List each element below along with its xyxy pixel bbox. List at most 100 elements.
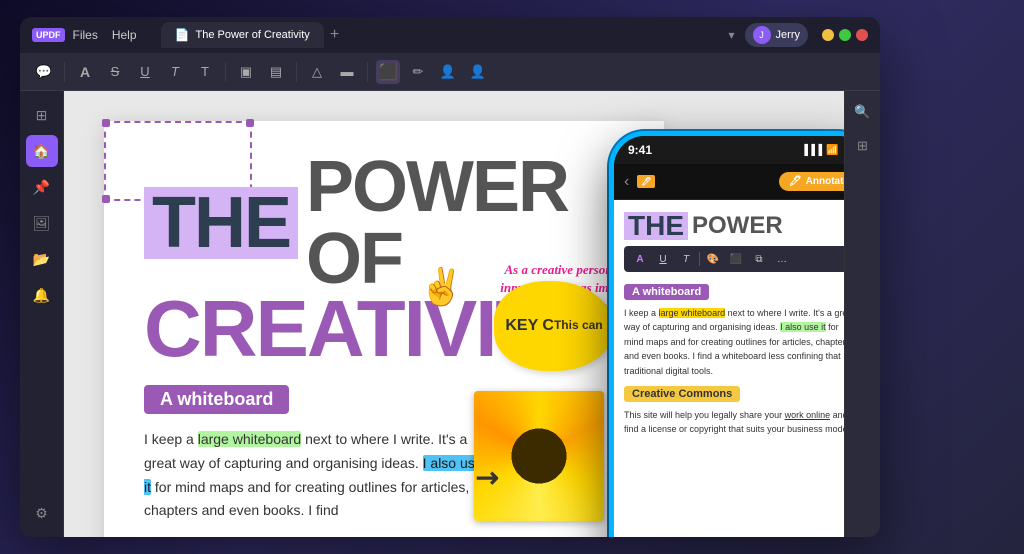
sidebar-icon-layers[interactable]: 📂: [26, 243, 58, 275]
toolbar-box1-icon[interactable]: ▣: [234, 60, 258, 84]
toolbar-pen-icon[interactable]: ✏: [406, 60, 430, 84]
toolbar-sep-2: [225, 62, 226, 82]
right-toolbar: 🔍 ⊞: [844, 91, 880, 537]
phone-time: 9:41: [628, 143, 652, 157]
toolbar-font-icon[interactable]: A: [73, 60, 97, 84]
tab-doc-icon: 📄: [175, 28, 190, 42]
sidebar-icon-settings[interactable]: ⚙: [26, 497, 58, 529]
toolbar-text2-icon[interactable]: T: [193, 60, 217, 84]
toolbar-shape1-icon[interactable]: △: [305, 60, 329, 84]
annotate-label: Annotate: [806, 176, 844, 187]
new-tab-button[interactable]: +: [330, 26, 339, 44]
menu-bar: Files Help: [73, 28, 137, 42]
toolbar-sep-4: [367, 62, 368, 82]
annotate-button[interactable]: 🖊 Annotate: [779, 172, 844, 191]
sunflower-image: [474, 391, 604, 521]
toolbar-sep-3: [296, 62, 297, 82]
phone-overlay: 9:41 ▐▐▐ 📶 🔋 ‹ 🖊 🖊 Annotate: [609, 131, 844, 537]
app-window: UPDF Files Help 📄 The Power of Creativit…: [20, 17, 880, 537]
wifi-icon: 📶: [826, 145, 838, 156]
phone-tool-bold[interactable]: A: [630, 250, 650, 268]
phone-content: THE POWER A U T 🎨 ⬛ ⧉ …: [614, 200, 844, 537]
toolbar-person-icon[interactable]: 👤: [436, 60, 460, 84]
phone-tool-color[interactable]: 🎨: [703, 250, 723, 268]
body-highlight-whiteboard: large whiteboard: [198, 431, 302, 447]
phone-section2-body: This site will help you legally share yo…: [624, 408, 844, 437]
phone-status-icons: ▐▐▐ 📶 🔋: [801, 145, 844, 156]
toolbar-color-icon[interactable]: ⬛: [376, 60, 400, 84]
sidebar-icon-bookmark[interactable]: 📌: [26, 171, 58, 203]
sidebar-icon-pages[interactable]: 🔔: [26, 279, 58, 311]
phone-tool-text[interactable]: T: [676, 250, 696, 268]
bubble-content: KEY C This can: [494, 281, 614, 371]
title-bar-right: ▾ J Jerry: [729, 23, 868, 47]
sidebar-icon-home[interactable]: ⊞: [26, 99, 58, 131]
body-text-3: for mind maps and for creating outlines …: [144, 479, 469, 519]
phone-section1-body: I keep a large whiteboard next to where …: [624, 306, 844, 378]
phone-headline-row: THE POWER: [624, 212, 844, 240]
maximize-button[interactable]: [839, 29, 851, 41]
bubble-text2: This can: [554, 318, 603, 334]
phone-s2-highlight: work online: [785, 410, 831, 420]
sidebar: ⊞ 🏠 📌 🖼 📂 🔔 ⚙: [20, 91, 64, 537]
phone-nav: ‹ 🖊 🖊 Annotate: [614, 164, 844, 200]
close-button[interactable]: [856, 29, 868, 41]
main-area: ⊞ 🏠 📌 🖼 📂 🔔 ⚙ THE: [20, 91, 880, 537]
menu-files[interactable]: Files: [73, 28, 98, 42]
menu-help[interactable]: Help: [112, 28, 137, 42]
right-search-icon[interactable]: 🔍: [850, 99, 876, 125]
tab-area: 📄 The Power of Creativity +: [161, 22, 721, 48]
sidebar-icon-document[interactable]: 🏠: [26, 135, 58, 167]
toolbar-strikethrough-icon[interactable]: S: [103, 60, 127, 84]
sidebar-icon-image[interactable]: 🖼: [26, 207, 58, 239]
section-heading: A whiteboard: [144, 385, 289, 414]
annotate-icon: 🖊: [789, 176, 802, 187]
doodle-hand: ✌: [419, 266, 464, 308]
phone-highlight-whiteboard: large whiteboard: [659, 308, 726, 318]
avatar: J: [753, 26, 771, 44]
phone-highlight-also: I also use it: [780, 322, 826, 332]
phone-the: THE: [624, 212, 688, 240]
headline-the: THE: [144, 187, 298, 259]
active-tab[interactable]: 📄 The Power of Creativity: [161, 22, 324, 48]
phone-logo: 🖊: [637, 175, 655, 188]
sunflower-graphic: [474, 391, 604, 521]
doc-area: THE POWER OF CREATIVITY As a creative pe…: [64, 91, 844, 537]
phone-toolbar-sep: [699, 252, 700, 266]
toolbar-person2-icon[interactable]: 👤: [466, 60, 490, 84]
dropdown-chevron[interactable]: ▾: [729, 28, 735, 42]
title-bar: UPDF Files Help 📄 The Power of Creativit…: [20, 17, 880, 53]
speech-bubble: KEY C This can: [494, 281, 614, 381]
toolbar-sep-1: [64, 62, 65, 82]
signal-icon: ▐▐▐: [801, 145, 822, 156]
minimize-button[interactable]: [822, 29, 834, 41]
body-text-1: I keep a: [144, 431, 198, 447]
phone-toolbar: A U T 🎨 ⬛ ⧉ …: [624, 246, 844, 272]
doc-page: THE POWER OF CREATIVITY As a creative pe…: [104, 121, 664, 537]
username: Jerry: [776, 29, 800, 41]
battery-icon: 🔋: [843, 145, 844, 156]
toolbar-shape2-icon[interactable]: ▬: [335, 60, 359, 84]
phone-body-1: I keep a: [624, 308, 659, 318]
phone-tool-more[interactable]: …: [772, 250, 792, 268]
toolbar: 💬 A S U T T ▣ ▤ △ ▬ ⬛ ✏ 👤 👤: [20, 53, 880, 91]
back-button[interactable]: ‹: [624, 173, 629, 191]
toolbar-box2-icon[interactable]: ▤: [264, 60, 288, 84]
phone-s2-body-1: This site will help you legally share yo…: [624, 410, 785, 420]
user-badge[interactable]: J Jerry: [745, 23, 808, 47]
toolbar-underline-icon[interactable]: U: [133, 60, 157, 84]
phone-power: POWER: [688, 214, 783, 238]
body-text: I keep a large whiteboard next to where …: [144, 428, 484, 523]
phone-section1-heading: A whiteboard: [624, 284, 709, 300]
phone-tool-underline[interactable]: U: [653, 250, 673, 268]
phone-section2-heading: Creative Commons: [624, 386, 740, 402]
tab-title: The Power of Creativity: [195, 29, 309, 41]
right-layers-icon[interactable]: ⊞: [850, 133, 876, 159]
bubble-text1: KEY C: [505, 316, 554, 337]
phone-tool-highlight[interactable]: ⬛: [726, 250, 746, 268]
toolbar-comment-icon[interactable]: 💬: [32, 60, 56, 84]
toolbar-text-icon[interactable]: T: [163, 60, 187, 84]
phone-status-bar: 9:41 ▐▐▐ 📶 🔋: [614, 136, 844, 164]
phone-tool-copy[interactable]: ⧉: [749, 250, 769, 268]
app-logo: UPDF: [32, 28, 65, 42]
